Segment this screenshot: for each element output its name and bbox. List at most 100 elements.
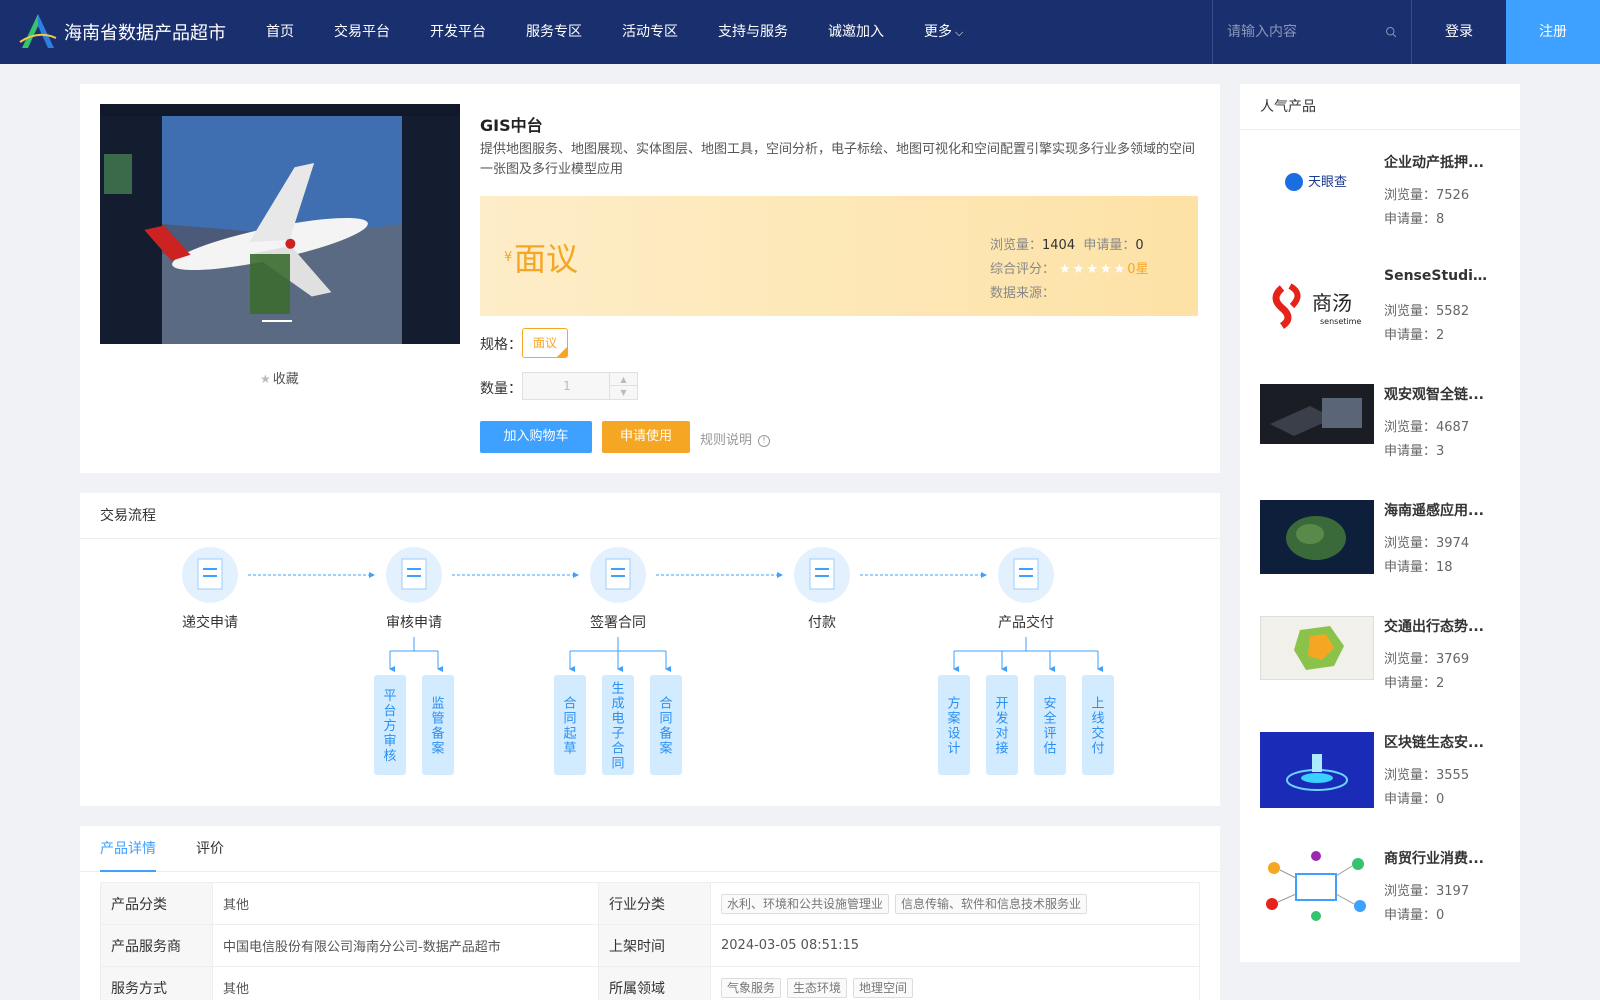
price-panel: ¥ 面议 浏览量：1404 申请量：0 综合评分： ★★★★★0星 数据来源：	[480, 196, 1198, 316]
substep-label: 平台方审核	[383, 689, 396, 764]
popular-products-card: 人气产品 天眼查 企业动产抵押... 浏览量：7526 申请量：8 商汤 sen…	[1240, 84, 1520, 962]
site-logo[interactable]: 海南省数据产品超市	[0, 0, 240, 64]
apply-button[interactable]: 申请使用	[602, 421, 690, 453]
product-screenshot	[100, 104, 460, 344]
collect-button[interactable]: ★ 收藏	[260, 368, 299, 387]
flow-title: 交易流程	[80, 493, 1220, 539]
views-count: 1404	[1042, 238, 1076, 253]
flow-diagram: 递交申请 审核申请 签署合同 付款 产品交付 平台方审核监管备案合同起草生成电子合同合同…	[182, 547, 1114, 775]
product-description: 提供地图服务、地图展现、实体图层、地图工具，空间分析，电子标绘、地图可视化和空间…	[480, 142, 1196, 177]
search-box	[1212, 0, 1412, 64]
table-row: 服务方式 其他 所属领域 气象服务 生态环境 地理空间	[100, 966, 1200, 1000]
device-photo-icon	[1260, 384, 1374, 444]
popular-item[interactable]: 交通出行态势... 浏览量：3769 申请量：2	[1260, 616, 1500, 716]
site-title: 海南省数据产品超市	[64, 23, 226, 44]
qty-up-icon[interactable]: ▲	[610, 373, 637, 386]
product-card: ★ 收藏 GIS中台 提供地图服务、地图展现、实体图层、地图工具，空间分析，电子标…	[80, 84, 1220, 473]
star-icon: ★	[260, 372, 271, 386]
substep-label: 安全评估	[1043, 697, 1056, 757]
chip: 信息传输、软件和信息技术服务业	[895, 893, 1088, 914]
popular-item[interactable]: 区块链生态安... 浏览量：3555 申请量：0	[1260, 732, 1500, 832]
popular-item[interactable]: 商汤 sensetime SenseStudio... 浏览量：5582 申请量…	[1260, 268, 1500, 368]
register-button[interactable]: 注册	[1506, 0, 1600, 64]
tab-reviews[interactable]: 评价	[196, 826, 224, 872]
rating-value: 0星	[1127, 262, 1149, 277]
search-input[interactable]	[1227, 24, 1377, 40]
rating-stars-icon: ★★★★★	[1059, 262, 1128, 277]
flow-step-label: 付款	[808, 615, 836, 631]
svg-text:商汤: 商汤	[1312, 291, 1352, 315]
qty-arrows: ▲ ▼	[609, 373, 637, 399]
substep-label: 生成电子合同	[611, 682, 624, 772]
svg-text:天眼查: 天眼查	[1308, 175, 1347, 190]
document-icon	[401, 558, 427, 590]
substep-label: 监管备案	[431, 697, 444, 757]
chip: 水利、环境和公共设施管理业	[721, 893, 890, 914]
chip: 气象服务	[721, 977, 782, 998]
flow-step: 递交申请	[182, 547, 238, 631]
main-nav: 首页 交易平台 开发平台 服务专区 活动专区 支持与服务 诚邀加入 更多	[246, 0, 983, 64]
nav-trade[interactable]: 交易平台	[314, 0, 410, 64]
nav-service[interactable]: 服务专区	[506, 0, 602, 64]
nav-activity[interactable]: 活动专区	[602, 0, 698, 64]
nav-dev[interactable]: 开发平台	[410, 0, 506, 64]
satellite-map-icon	[1260, 500, 1374, 574]
flow-step: 审核申请	[386, 547, 442, 631]
popular-item[interactable]: 天眼查 企业动产抵押... 浏览量：7526 申请量：8	[1260, 152, 1500, 252]
document-icon	[605, 558, 631, 590]
product-detail-card: 产品详情 评价 产品分类 其他 行业分类 水利、环境和公共设施管理业 信息传输、软…	[80, 826, 1220, 1000]
flow-step: 产品交付	[998, 547, 1054, 631]
flow-substeps: 方案设计 开发对接 安全评估 上线交付	[938, 637, 1114, 775]
table-row: 产品分类 其他 行业分类 水利、环境和公共设施管理业 信息传输、软件和信息技术服务…	[100, 882, 1200, 925]
sensetime-logo-icon: 商汤 sensetime	[1260, 268, 1374, 344]
popular-title: 人气产品	[1240, 84, 1520, 130]
logo-icon	[19, 14, 57, 48]
tianyancha-logo-icon: 天眼查	[1260, 152, 1374, 228]
nav-home[interactable]: 首页	[246, 0, 314, 64]
currency-symbol: ¥	[504, 250, 513, 265]
product-title: GIS中台	[480, 116, 543, 135]
flow-step-label: 审核申请	[386, 615, 442, 631]
svg-text:sensetime: sensetime	[1320, 317, 1361, 326]
table-row: 产品服务商 中国电信股份有限公司海南分公司-数据产品超市 上架时间 2024-0…	[100, 924, 1200, 967]
chip: 地理空间	[853, 977, 914, 998]
spec-option[interactable]: 面议	[522, 328, 568, 358]
tab-product-detail[interactable]: 产品详情	[100, 826, 156, 872]
network-diagram-icon	[1260, 848, 1374, 924]
flow-step: 签署合同	[590, 547, 646, 631]
detail-tabs: 产品详情 评价	[80, 826, 1220, 872]
nav-join[interactable]: 诚邀加入	[808, 0, 904, 64]
info-icon: !	[758, 434, 771, 447]
substep-label: 方案设计	[947, 696, 960, 757]
transaction-flow-card: 交易流程 递交申请 审核申请 签署合同 付款 产品交付 平台方审核 监管备案 合同起草 生成电…	[80, 493, 1220, 806]
price-value: 面议	[514, 240, 579, 278]
document-icon	[197, 558, 223, 590]
search-icon[interactable]	[1385, 24, 1397, 40]
flow-step-label: 递交申请	[182, 614, 238, 631]
spec-label: 规格：	[480, 337, 522, 353]
nav-more[interactable]: 更多	[904, 0, 983, 64]
nav-support[interactable]: 支持与服务	[698, 0, 808, 64]
substep-label: 合同起草	[563, 697, 576, 757]
login-button[interactable]: 登录	[1412, 0, 1506, 64]
domain-chips: 气象服务 生态环境 地理空间	[710, 966, 1200, 1000]
quantity-stepper: ▲ ▼	[522, 372, 638, 400]
popular-item[interactable]: 商贸行业消费... 浏览量：3197 申请量：0	[1260, 848, 1500, 948]
flow-step-label: 产品交付	[998, 614, 1054, 631]
industry-chips: 水利、环境和公共设施管理业 信息传输、软件和信息技术服务业	[710, 882, 1200, 925]
popular-item[interactable]: 观安观智全链... 浏览量：4687 申请量：3	[1260, 384, 1500, 484]
quantity-input[interactable]	[523, 373, 611, 399]
data-source-label: 数据来源：	[990, 286, 1056, 301]
flow-substeps: 合同起草 生成电子合同 合同备案	[554, 637, 682, 775]
popular-item[interactable]: 海南遥感应用... 浏览量：3974 申请量：18	[1260, 500, 1500, 600]
flow-step: 付款	[794, 547, 850, 631]
qty-label: 数量：	[480, 381, 522, 397]
substep-label: 上线交付	[1091, 697, 1104, 757]
flow-step-label: 签署合同	[590, 614, 646, 631]
chip: 生态环境	[787, 977, 848, 998]
add-to-cart-button[interactable]: 加入购物车	[480, 421, 592, 453]
qty-down-icon[interactable]: ▼	[610, 386, 637, 399]
substep-label: 合同备案	[659, 697, 672, 757]
rules-link[interactable]: 规则说明!	[700, 429, 771, 448]
flow-substeps: 平台方审核 监管备案	[374, 637, 454, 775]
